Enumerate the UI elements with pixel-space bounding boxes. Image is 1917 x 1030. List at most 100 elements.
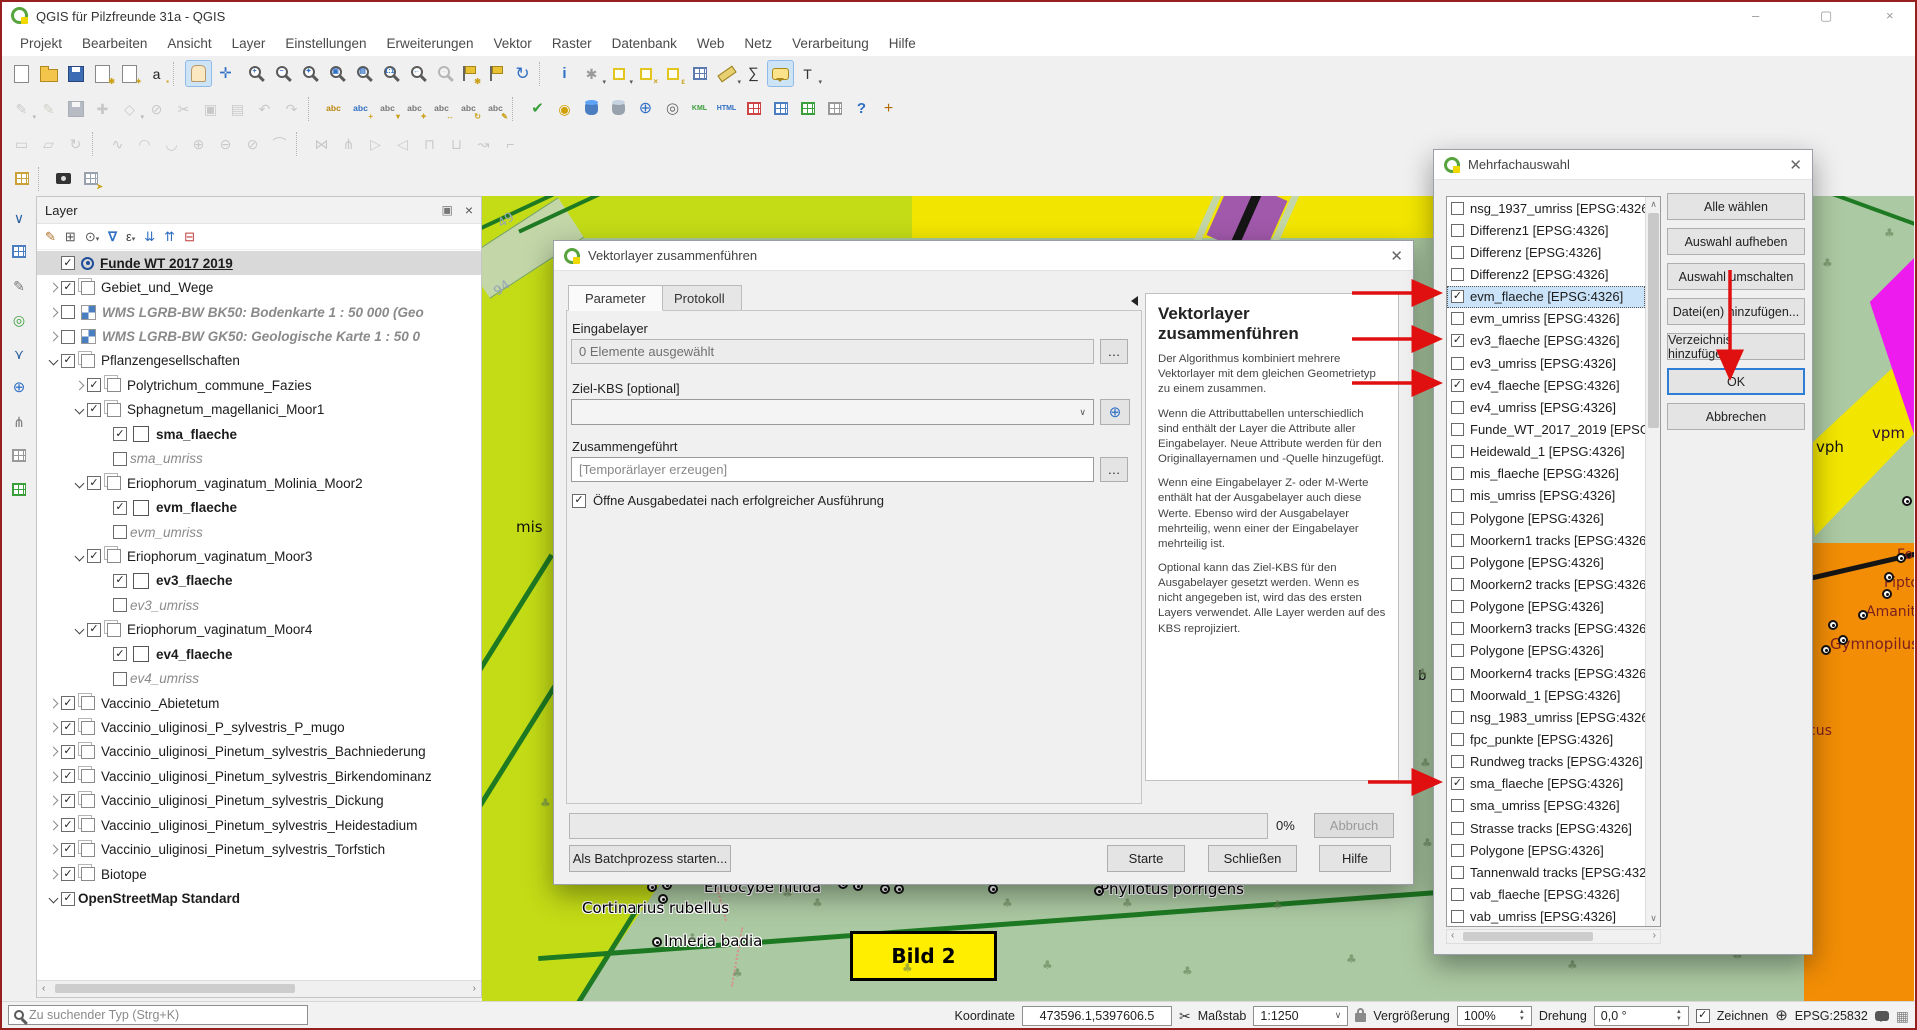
layer-tree-item-ev3-flaeche[interactable]: ✓ev3_flaeche [37,569,481,593]
expander-icon[interactable] [45,797,61,804]
item-checkbox[interactable]: ✓ [1451,334,1464,347]
georeferencer-button[interactable] [8,165,35,192]
list-item-differenz1[interactable]: Differenz1 [EPSG:4326] [1447,219,1645,241]
fill-symbol-swatch[interactable] [133,500,149,516]
ok-button[interactable]: OK [1667,368,1805,395]
tab-parameter[interactable]: Parameter [568,285,663,311]
measure-button[interactable]: ▾ [713,60,740,87]
layer-visibility-checkbox[interactable] [61,305,75,319]
globe-icon[interactable]: ⊕ [1775,1008,1788,1023]
layer-visibility-checkbox[interactable]: ✓ [61,867,75,881]
open-styling-panel-button[interactable]: ✎ [45,230,56,243]
menu-datenbank[interactable]: Datenbank [602,33,687,54]
item-checkbox[interactable]: ✓ [1451,290,1464,303]
crosshair-tool-button[interactable]: + [875,95,902,122]
show-bookmarks-button[interactable] [482,60,509,87]
mesh-tool-button[interactable] [6,442,33,469]
menu-raster[interactable]: Raster [542,33,602,54]
layer-tree-item-polytrichum-commune-fazies[interactable]: ✓Polytrichum_commune_Fazies [37,373,481,397]
layer-visibility-checkbox[interactable]: ✓ [61,769,75,783]
layer-tree-item-sma-flaeche[interactable]: ✓sma_flaeche [37,422,481,446]
zoom-full-button[interactable]: ✦ [293,60,320,87]
item-checkbox[interactable] [1451,733,1464,746]
layer-tree-item-vaccinio-uliginosi-pinetum-sylvestris-di[interactable]: ✓Vaccinio_uliginosi_Pinetum_sylvestris_D… [37,789,481,813]
item-checkbox[interactable] [1451,600,1464,613]
expand-all-button[interactable]: ⇊ [144,230,155,243]
grid-tool-green-button[interactable] [794,95,821,122]
render-checkbox[interactable]: ✓ [1696,1009,1710,1023]
layer-tree-item-ev4-umriss[interactable]: ev4_umriss [37,666,481,690]
refresh-map-button[interactable]: ↻ [509,60,536,87]
layer-tree-item-funde-wt-2017-2019[interactable]: ✓Funde WT 2017 2019 [37,251,481,275]
layer-tree-item-eriophorum-vaginatum-moor4[interactable]: ✓Eriophorum_vaginatum_Moor4 [37,618,481,642]
item-checkbox[interactable]: ✓ [1451,777,1464,790]
expander-icon[interactable] [71,406,87,413]
item-checkbox[interactable] [1451,268,1464,281]
expander-icon[interactable] [45,700,61,707]
layer-visibility-checkbox[interactable]: ✓ [87,403,101,417]
layer-tree-item-sphagnetum-magellanici-moor1[interactable]: ✓Sphagnetum_magellanici_Moor1 [37,398,481,422]
layer-tree-item-sma-umriss[interactable]: sma_umriss [37,447,481,471]
item-checkbox[interactable] [1451,844,1464,857]
layer-visibility-checkbox[interactable] [113,672,127,686]
input-layers-browse-button[interactable]: … [1100,339,1128,364]
expander-icon[interactable] [71,553,87,560]
item-checkbox[interactable] [1451,534,1464,547]
alle-wählen-button[interactable]: Alle wählen [1667,193,1805,220]
scroll-thumb[interactable] [55,984,295,993]
magnifier-spinner[interactable]: 100%▲▼ [1457,1006,1532,1026]
batch-process-button[interactable]: Als Batchprozess starten... [569,845,731,872]
scroll-thumb[interactable] [1463,932,1593,941]
osm-plugin-button[interactable]: ✔ [524,95,551,122]
auswahl-aufheben-button[interactable]: Auswahl aufheben [1667,228,1805,255]
list-item-strasse-tracks[interactable]: Strasse tracks [EPSG:4326] [1447,817,1645,839]
layer-visibility-checkbox[interactable]: ✓ [61,721,75,735]
lock-scale-icon[interactable] [1355,1013,1366,1022]
layer-visibility-checkbox[interactable] [113,525,127,539]
item-checkbox[interactable] [1451,578,1464,591]
list-item-sma-flaeche[interactable]: ✓sma_flaeche [EPSG:4326] [1447,773,1645,795]
pan-map-button[interactable] [185,60,212,87]
list-item-sma-umriss[interactable]: sma_umriss [EPSG:4326] [1447,795,1645,817]
web-service-button[interactable]: ⊕ [632,95,659,122]
change-label-button[interactable]: abc✎ [482,95,509,122]
layer-tree-item-evm-flaeche[interactable]: ✓evm_flaeche [37,495,481,519]
geopackage-button[interactable]: ◉ [551,95,578,122]
expander-icon[interactable] [45,333,61,340]
fill-symbol-swatch[interactable] [133,426,149,442]
list-hscrollbar[interactable]: ‹ › [1446,929,1661,944]
list-item-ev3-flaeche[interactable]: ✓ev3_flaeche [EPSG:4326] [1447,330,1645,352]
select-by-expression-button[interactable]: ε [659,60,686,87]
list-item-vab-umriss[interactable]: vab_umriss [EPSG:4326] [1447,906,1645,927]
item-checkbox[interactable] [1451,622,1464,635]
output-browse-button[interactable]: … [1100,457,1128,482]
layer-visibility-checkbox[interactable]: ✓ [87,476,101,490]
zoom-out-button[interactable]: − [266,60,293,87]
add-group-button[interactable]: ⊞ [65,230,76,243]
scroll-thumb[interactable] [1648,213,1659,428]
statistical-summary-button[interactable]: ∑ [740,60,767,87]
layer-tree-item-eriophorum-vaginatum-moor3[interactable]: ✓Eriophorum_vaginatum_Moor3 [37,544,481,568]
layer-tree-item-openstreetmap-standard[interactable]: ✓OpenStreetMap Standard [37,886,481,910]
list-item-polygone[interactable]: Polygone [EPSG:4326] [1447,640,1645,662]
layer-visibility-checkbox[interactable]: ✓ [61,745,75,759]
pin-labels-button[interactable]: abc▾ [374,95,401,122]
zoom-native-button[interactable]: 1:1 [374,60,401,87]
item-checkbox[interactable] [1451,423,1464,436]
scroll-left-icon[interactable]: ‹ [42,983,45,994]
item-checkbox[interactable] [1451,556,1464,569]
list-item-polygone[interactable]: Polygone [EPSG:4326] [1447,507,1645,529]
list-item-tannenwald-tracks[interactable]: Tannenwald tracks [EPSG:4326] [1447,861,1645,883]
expander-icon[interactable] [45,822,61,829]
vertex-edit-tool-button[interactable]: ⋎ [6,340,33,367]
fill-symbol-swatch[interactable] [133,573,149,589]
open-after-run-checkbox[interactable]: ✓ [572,494,586,508]
map-tips-button[interactable] [767,60,794,87]
list-item-nsg-1983-umriss[interactable]: nsg_1983_umriss [EPSG:4326] [1447,706,1645,728]
item-checkbox[interactable] [1451,445,1464,458]
help-button[interactable]: Hilfe [1319,845,1391,872]
list-item-moorkern3-tracks[interactable]: Moorkern3 tracks [EPSG:4326] [1447,618,1645,640]
open-project-button[interactable] [35,60,62,87]
table-tool-button[interactable] [6,476,33,503]
list-item-nsg-1937-umriss[interactable]: nsg_1937_umriss [EPSG:4326] [1447,197,1645,219]
